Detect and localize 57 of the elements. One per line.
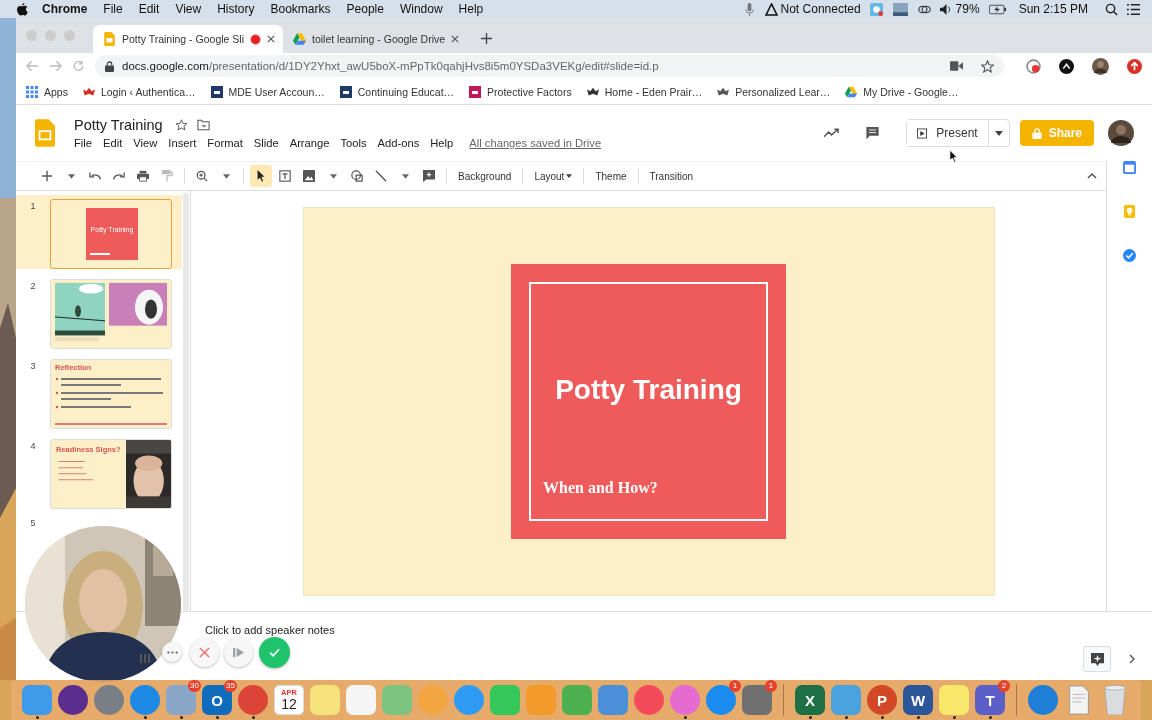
slide-number: 5 [29, 517, 37, 528]
bookmark[interactable]: MDE User Accoun… [210, 85, 325, 98]
present-button[interactable]: Present [907, 120, 989, 146]
browser-tab[interactable]: Potty Training - Google Sli [93, 25, 283, 53]
url-text: docs.google.com/presentation/d/1DY2Yhxt_awU5boX-mPpTk0qahjHvs8i5m0YSDa3VEKg/edit#slide=id.p [122, 60, 660, 72]
tab-title: toilet learning - Google Drive [312, 33, 446, 45]
bookmark[interactable]: Login ‹ Authentica… [82, 85, 196, 98]
bookmark[interactable]: Personalized Lear… [717, 85, 831, 98]
menu-item[interactable]: Help [458, 2, 484, 16]
notification-count: 30 [188, 680, 201, 692]
network-status[interactable]: Not Connected [780, 2, 861, 16]
notification-count: 2 [998, 680, 1010, 692]
bookmark[interactable]: Continuing Educat… [339, 85, 455, 98]
menu-item[interactable]: Bookmarks [270, 2, 331, 16]
menu-item[interactable]: Help [430, 137, 454, 149]
bookmark[interactable]: Protective Factors [469, 85, 572, 98]
speaker-notes-placeholder[interactable]: Click to add speaker notes [205, 624, 335, 636]
slide-number: 4 [29, 440, 37, 453]
menu-item[interactable]: File [74, 137, 93, 149]
app-icon[interactable]: P [867, 685, 897, 715]
menu-item[interactable]: Insert [168, 137, 197, 149]
app-icon[interactable]: W [903, 685, 933, 715]
menu-item[interactable]: Window [399, 2, 443, 16]
battery-percent[interactable]: 79% [955, 2, 980, 16]
address-field[interactable]: docs.google.com/presentation/d/1DY2Yhxt_awU5boX-mPpTk0qahjHvs8i5m0YSDa3VEKg/edit#slide=id.p [95, 55, 1004, 77]
menu-item[interactable]: Tools [340, 137, 367, 149]
menu-item[interactable]: Slide [253, 137, 279, 149]
menu-item[interactable]: View [175, 2, 202, 16]
app-icon[interactable]: X [795, 685, 825, 715]
clock[interactable]: Sun 2:15 PM [1018, 2, 1088, 16]
save-status-link[interactable]: All changes saved in Drive [469, 137, 602, 149]
slide-number: 1 [29, 200, 37, 213]
toolbar-button[interactable]: Background [453, 167, 517, 185]
toolbar-button[interactable]: Transition [644, 167, 699, 185]
tab-title: Potty Training - Google Sli [122, 33, 244, 45]
menu-item[interactable]: Edit [103, 137, 123, 149]
menu-item[interactable]: People [346, 2, 384, 16]
browser-tab[interactable]: toilet learning - Google Drive [283, 25, 468, 53]
menu-item[interactable]: Edit [138, 2, 160, 16]
notification-count: 1 [729, 680, 741, 692]
slide-number: 2 [29, 280, 37, 293]
toolbar-button[interactable]: Theme [590, 167, 632, 185]
menu-item[interactable]: Format [207, 137, 243, 149]
menu-item[interactable]: File [103, 2, 123, 16]
menu-item[interactable]: History [217, 2, 255, 16]
menu-item[interactable]: Add-ons [377, 137, 420, 149]
toolbar-button[interactable]: Layout [529, 167, 578, 185]
bookmark[interactable]: My Drive - Google… [845, 85, 959, 98]
notification-count: 35 [224, 680, 237, 692]
document-title[interactable]: Potty Training [74, 117, 163, 133]
menu-item[interactable]: Arrange [289, 137, 330, 149]
slide-number: 3 [29, 360, 37, 373]
bookmark[interactable]: Home - Eden Prair… [586, 85, 703, 98]
app-menu[interactable]: Chrome [42, 2, 88, 16]
bookmark[interactable]: Apps [26, 85, 68, 98]
notification-count: 1 [765, 680, 777, 692]
menu-item[interactable]: View [133, 137, 158, 149]
